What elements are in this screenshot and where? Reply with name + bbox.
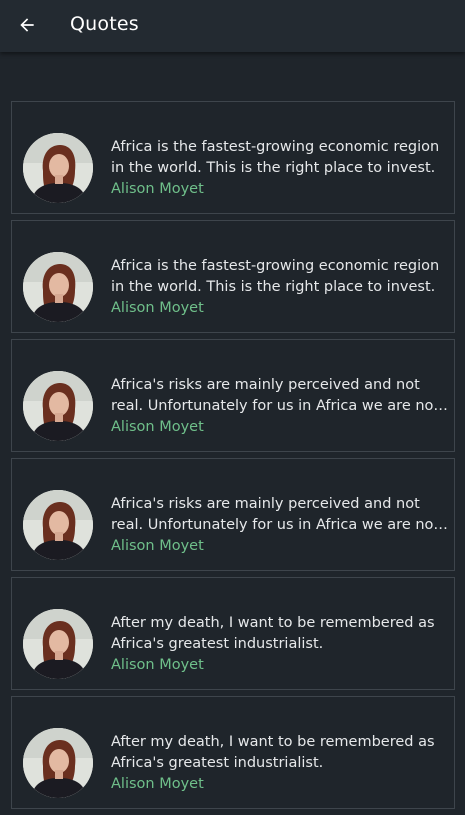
quote-text: After my death, I want to be remembered … [111,615,435,652]
quote-card[interactable]: Africa is the fastest-growing economic r… [11,220,455,333]
quote-card[interactable]: After my death, I want to be remembered … [11,577,455,690]
app-bar: Quotes [0,0,465,52]
quote-author: Alison Moyet [111,419,204,435]
quote-author: Alison Moyet [111,538,204,554]
quote-text-block: Africa's risks are mainly perceived and … [111,375,453,437]
quote-author: Alison Moyet [111,181,204,197]
quote-text-block: Africa's risks are mainly perceived and … [111,494,453,556]
quote-list: Africa is the fastest-growing economic r… [11,101,455,815]
quote-text: Africa is the fastest-growing economic r… [111,258,440,295]
quote-text: Africa's risks are mainly perceived and … [111,377,440,414]
author-avatar [23,133,93,203]
quote-text: Africa's risks are mainly perceived and … [111,496,440,533]
quote-text-block: Africa is the fastest-growing economic r… [111,137,453,199]
quote-author: Alison Moyet [111,300,204,316]
author-avatar [23,252,93,322]
author-avatar [23,728,93,798]
quote-text-block: After my death, I want to be remembered … [111,732,453,794]
quote-text-block: Africa is the fastest-growing economic r… [111,256,453,318]
quote-text: Africa is the fastest-growing economic r… [111,139,440,176]
author-avatar [23,490,93,560]
quote-text: After my death, I want to be remembered … [111,734,435,771]
page-title: Quotes [70,13,139,35]
quote-text-block: After my death, I want to be remembered … [111,613,453,675]
quote-card[interactable]: Africa is the fastest-growing economic r… [11,101,455,214]
arrow-back-icon [20,18,34,32]
author-avatar [23,371,93,441]
quote-author: Alison Moyet [111,657,204,673]
quote-author: Alison Moyet [111,776,204,792]
quote-card[interactable]: Africa's risks are mainly perceived and … [11,339,455,452]
quote-card[interactable]: Africa's risks are mainly perceived and … [11,458,455,571]
back-button[interactable] [12,10,42,40]
quote-card[interactable]: After my death, I want to be remembered … [11,696,455,809]
author-avatar [23,609,93,679]
